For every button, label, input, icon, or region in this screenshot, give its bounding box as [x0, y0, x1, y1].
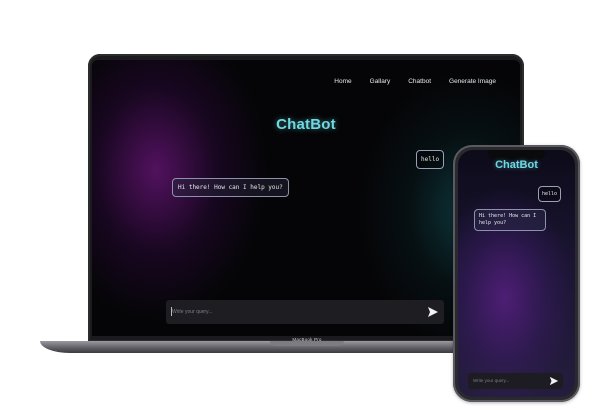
nav-chatbot[interactable]: Chatbot [408, 78, 431, 85]
user-message-bubble: hello [416, 150, 445, 169]
laptop-label: MacBook Pro [292, 337, 322, 342]
bot-message-bubble: Hi there! How can I help you? [172, 178, 289, 197]
top-nav: Home Gallary Chatbot Generate Image [334, 78, 496, 85]
query-placeholder: Write your query... [172, 309, 213, 315]
phone-query-input[interactable]: Write your query... [468, 373, 563, 389]
phone-user-message-bubble: hello [538, 186, 562, 202]
phone-send-icon[interactable] [549, 376, 559, 386]
page-title: ChatBot [276, 116, 336, 133]
phone-page-title: ChatBot [495, 159, 538, 171]
nav-gallary[interactable]: Gallary [370, 78, 391, 85]
phone-query-placeholder: Write your query... [473, 378, 510, 383]
phone-screen: ChatBot hello Hi there! How can I help y… [458, 150, 575, 397]
send-icon[interactable] [427, 306, 439, 318]
phone-bot-message-bubble: Hi there! How can I help you? [474, 209, 546, 231]
query-input[interactable]: Write your query... [166, 300, 444, 324]
nav-home[interactable]: Home [334, 78, 351, 85]
nav-generate-image[interactable]: Generate Image [449, 78, 496, 85]
